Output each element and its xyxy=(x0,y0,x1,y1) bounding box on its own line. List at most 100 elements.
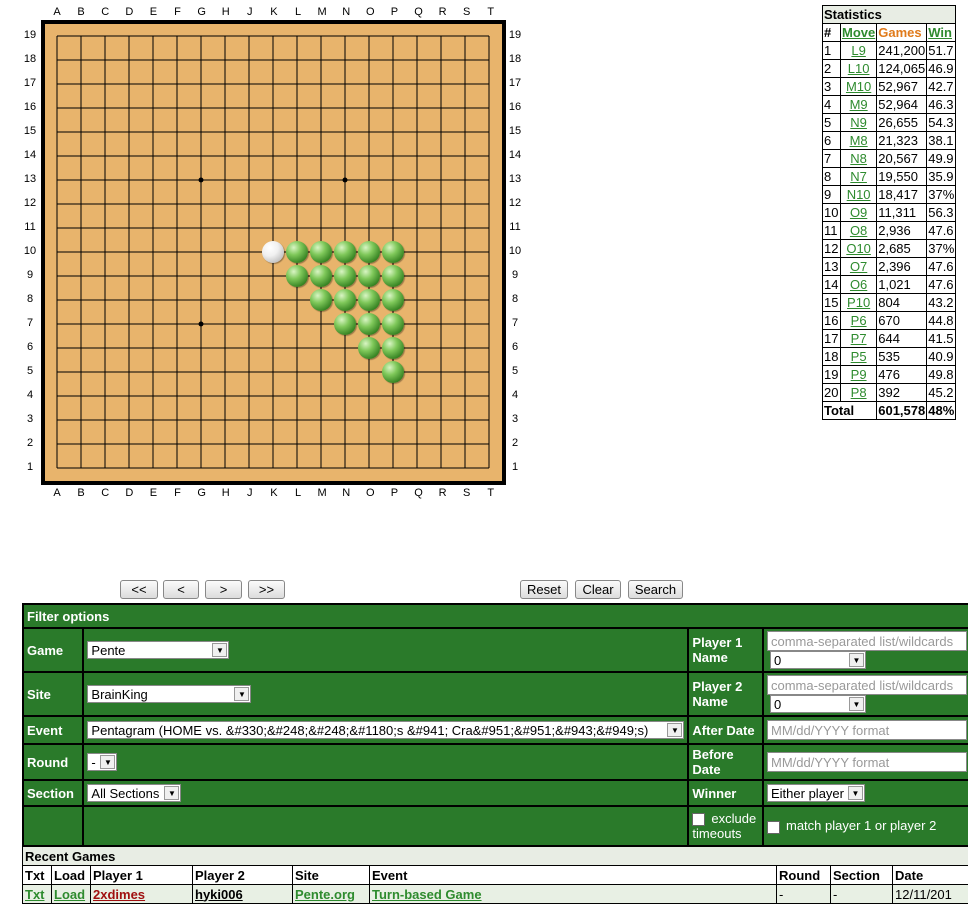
next-move-button[interactable]: > xyxy=(205,580,242,599)
exclude-timeouts-option[interactable]: exclude timeouts xyxy=(687,805,764,847)
stats-move-cell[interactable]: N9 xyxy=(839,113,878,132)
player1-cell[interactable]: 2xdimes xyxy=(90,884,193,904)
stats-move-link[interactable]: P8 xyxy=(851,385,867,400)
column-label-bottom: R xyxy=(438,487,447,499)
site-link[interactable]: Pente.org xyxy=(295,887,355,902)
before-date-input[interactable]: MM/dd/YYYY format xyxy=(767,752,967,772)
stats-move-cell[interactable]: N8 xyxy=(839,149,878,168)
stats-move-cell[interactable]: O8 xyxy=(839,221,878,240)
exclude-timeouts-checkbox[interactable] xyxy=(692,813,706,827)
row-label-left: 19 xyxy=(23,29,37,41)
stats-rank: 12 xyxy=(822,239,841,258)
stats-move-cell[interactable]: O6 xyxy=(839,275,878,294)
stats-header-win[interactable]: Win xyxy=(926,23,957,42)
column-label-bottom: E xyxy=(149,487,158,499)
stats-move-link[interactable]: M9 xyxy=(850,97,868,112)
stats-move-link[interactable]: O9 xyxy=(850,205,867,220)
sort-by-move-link[interactable]: Move xyxy=(842,25,875,40)
pente-board[interactable] xyxy=(41,20,506,485)
stats-move-link[interactable]: O7 xyxy=(850,259,867,274)
stats-move-cell[interactable]: P9 xyxy=(839,365,878,384)
player1-link[interactable]: 2xdimes xyxy=(93,887,145,902)
stats-row: 5 N9 26,655 54.3 xyxy=(822,113,957,132)
stats-move-link[interactable]: M10 xyxy=(846,79,871,94)
column-label-bottom: P xyxy=(390,487,399,499)
stats-games: 52,964 xyxy=(876,95,928,114)
stats-move-cell[interactable]: O7 xyxy=(839,257,878,276)
reset-button[interactable]: Reset xyxy=(520,580,568,599)
stats-games: 11,311 xyxy=(876,203,928,222)
stats-move-link[interactable]: M8 xyxy=(850,133,868,148)
stats-move-cell[interactable]: O10 xyxy=(839,239,878,258)
stats-header-move[interactable]: Move xyxy=(839,23,878,42)
site-cell[interactable]: Pente.org xyxy=(292,884,370,904)
stats-move-link[interactable]: P9 xyxy=(851,367,867,382)
row-label-left: 14 xyxy=(23,149,37,161)
event-select[interactable]: Pentagram (HOME vs. &#330;&#248;&#248;&#… xyxy=(87,721,685,739)
player2-link[interactable]: hyki006 xyxy=(195,887,243,902)
after-date-input[interactable]: MM/dd/YYYY format xyxy=(767,720,967,740)
player2-rating-select[interactable]: 0 ▼ xyxy=(770,695,866,713)
player2-name-input[interactable]: comma-separated list/wildcards xyxy=(767,675,967,695)
load-link[interactable]: Load xyxy=(54,887,85,902)
site-select[interactable]: BrainKing ▼ xyxy=(87,685,252,703)
stats-move-cell[interactable]: P6 xyxy=(839,311,878,330)
round-select[interactable]: - ▼ xyxy=(87,753,118,771)
stats-move-cell[interactable]: P7 xyxy=(839,329,878,348)
column-label-top: G xyxy=(197,6,206,18)
stats-move-cell[interactable]: L9 xyxy=(839,41,878,60)
last-move-button[interactable]: >> xyxy=(248,580,285,599)
stats-move-cell[interactable]: N7 xyxy=(839,167,878,186)
stats-move-link[interactable]: O8 xyxy=(850,223,867,238)
match-players-option[interactable]: match player 1 or player 2 xyxy=(762,805,968,847)
match-players-checkbox[interactable] xyxy=(767,820,780,834)
stats-move-link[interactable]: P10 xyxy=(847,295,870,310)
player1-name-input[interactable]: comma-separated list/wildcards xyxy=(767,631,967,651)
load-cell[interactable]: Load xyxy=(51,884,91,904)
stats-move-cell[interactable]: M9 xyxy=(839,95,878,114)
stats-move-cell[interactable]: M10 xyxy=(839,77,878,96)
player1-rating-select[interactable]: 0 ▼ xyxy=(770,651,866,669)
event-cell[interactable]: Turn-based Game xyxy=(369,884,777,904)
player2-cell[interactable]: hyki006 xyxy=(192,884,293,904)
game-select[interactable]: Pente ▼ xyxy=(87,641,230,659)
stats-move-link[interactable]: L10 xyxy=(848,61,870,76)
stats-header-games[interactable]: Games xyxy=(876,23,928,42)
stats-move-link[interactable]: N8 xyxy=(850,151,867,166)
stats-move-link[interactable]: N9 xyxy=(850,115,867,130)
stats-move-cell[interactable]: L10 xyxy=(839,59,878,78)
event-link[interactable]: Turn-based Game xyxy=(372,887,482,902)
stats-move-link[interactable]: P7 xyxy=(851,331,867,346)
row-label-left: 9 xyxy=(26,269,34,281)
clear-button[interactable]: Clear xyxy=(575,580,621,599)
txt-cell[interactable]: Txt xyxy=(22,884,52,904)
winner-select[interactable]: Either player ▼ xyxy=(767,784,865,802)
stats-move-link[interactable]: O6 xyxy=(850,277,867,292)
stats-total-win: 48% xyxy=(926,401,957,420)
stats-row: 7 N8 20,567 49.9 xyxy=(822,149,957,168)
search-button[interactable]: Search xyxy=(628,580,683,599)
stats-move-cell[interactable]: M8 xyxy=(839,131,878,150)
stats-row: 8 N7 19,550 35.9 xyxy=(822,167,957,186)
stats-move-link[interactable]: L9 xyxy=(851,43,865,58)
stats-move-link[interactable]: O10 xyxy=(846,241,871,256)
stats-rank: 4 xyxy=(822,95,841,114)
first-move-button[interactable]: << xyxy=(120,580,158,599)
stats-move-link[interactable]: P5 xyxy=(851,349,867,364)
section-select[interactable]: All Sections ▼ xyxy=(87,784,182,802)
stats-move-cell[interactable]: P10 xyxy=(839,293,878,312)
stats-move-link[interactable]: P6 xyxy=(851,313,867,328)
stats-move-cell[interactable]: P5 xyxy=(839,347,878,366)
txt-link[interactable]: Txt xyxy=(25,887,45,902)
column-label-top: D xyxy=(125,6,134,18)
stats-move-link[interactable]: N7 xyxy=(850,169,867,184)
previous-move-button[interactable]: < xyxy=(163,580,199,599)
stats-rank: 20 xyxy=(822,383,841,402)
stats-move-cell[interactable]: P8 xyxy=(839,383,878,402)
stats-games: 21,323 xyxy=(876,131,928,150)
stats-move-cell[interactable]: N10 xyxy=(839,185,878,204)
sort-by-win-link[interactable]: Win xyxy=(928,25,952,40)
column-label-top: O xyxy=(366,6,375,18)
stats-move-link[interactable]: N10 xyxy=(847,187,871,202)
stats-move-cell[interactable]: O9 xyxy=(839,203,878,222)
